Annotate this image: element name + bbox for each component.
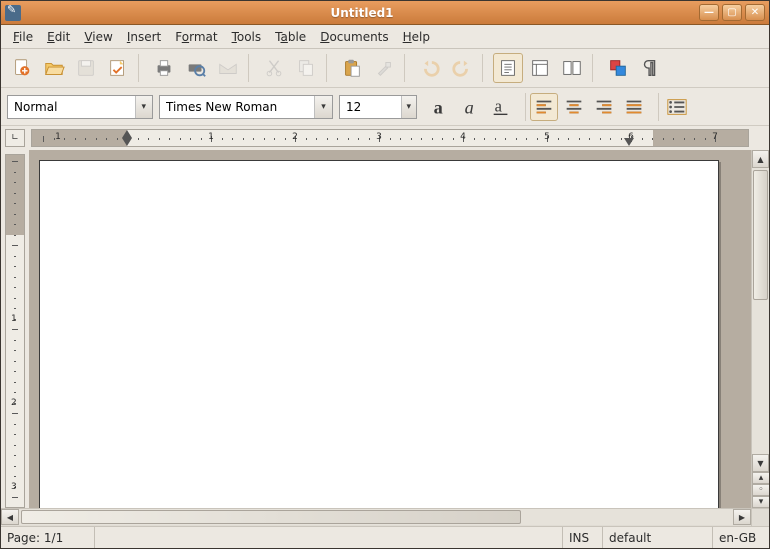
open-button[interactable]	[39, 53, 69, 83]
menu-tools[interactable]: Tools	[226, 28, 268, 46]
align-center-button[interactable]	[560, 93, 588, 121]
menu-insert[interactable]: Insert	[121, 28, 167, 46]
status-spacer	[95, 527, 563, 548]
paragraph-style-input[interactable]	[8, 96, 135, 118]
align-justify-button[interactable]	[620, 93, 648, 121]
font-name-input[interactable]	[160, 96, 314, 118]
scroll-right-button[interactable]: ▶	[733, 509, 751, 525]
horizontal-scrollbar[interactable]: ◀ ▶	[1, 508, 769, 526]
page[interactable]	[39, 160, 719, 508]
bold-button[interactable]: a	[427, 93, 455, 121]
first-line-indent-marker[interactable]	[122, 130, 132, 138]
page-viewport[interactable]	[29, 150, 751, 508]
scroll-thumb[interactable]	[753, 170, 768, 300]
status-insert-mode[interactable]: INS	[563, 527, 603, 548]
underline-button[interactable]: a	[487, 93, 515, 121]
highlight-button[interactable]	[603, 53, 633, 83]
format-paintbrush-button[interactable]	[369, 53, 399, 83]
font-size-combo[interactable]	[339, 95, 417, 119]
print-button[interactable]	[149, 53, 179, 83]
font-name-dropdown[interactable]	[314, 96, 332, 118]
ruler-area: ∟ 11234567	[1, 126, 769, 150]
font-size-input[interactable]	[340, 96, 401, 118]
paragraph-style-combo[interactable]	[7, 95, 153, 119]
maximize-button[interactable]: ▢	[722, 4, 742, 21]
document-area: 123 ▲ ▼ ▴ ◦ ▾	[1, 150, 769, 508]
redo-button[interactable]	[447, 53, 477, 83]
save-as-button[interactable]	[103, 53, 133, 83]
ruler-corner[interactable]: ∟	[5, 129, 25, 147]
prev-page-button[interactable]: ▴	[752, 472, 769, 484]
paste-button[interactable]	[337, 53, 367, 83]
cut-button[interactable]	[259, 53, 289, 83]
nav-select-button[interactable]: ◦	[752, 484, 769, 496]
menu-help[interactable]: Help	[397, 28, 436, 46]
font-size-dropdown[interactable]	[401, 96, 416, 118]
align-left-button[interactable]	[530, 93, 558, 121]
save-button[interactable]	[71, 53, 101, 83]
statusbar: Page: 1/1 INS default en-GB	[1, 526, 769, 548]
horizontal-ruler[interactable]: 11234567	[31, 129, 749, 147]
minimize-button[interactable]: —	[699, 4, 719, 21]
paragraph-marks-button[interactable]	[635, 53, 665, 83]
menu-table[interactable]: Table	[269, 28, 312, 46]
two-pages-button[interactable]	[557, 53, 587, 83]
app-icon	[5, 5, 21, 21]
standard-toolbar	[1, 49, 769, 88]
menu-documents[interactable]: Documents	[314, 28, 394, 46]
next-page-button[interactable]: ▾	[752, 496, 769, 508]
menu-file[interactable]: File	[7, 28, 39, 46]
paragraph-style-dropdown[interactable]	[135, 96, 152, 118]
close-button[interactable]: ✕	[745, 4, 765, 21]
menu-edit[interactable]: Edit	[41, 28, 76, 46]
align-right-button[interactable]	[590, 93, 618, 121]
print-preview-button[interactable]	[181, 53, 211, 83]
menu-format[interactable]: Format	[169, 28, 223, 46]
undo-button[interactable]	[415, 53, 445, 83]
menu-view[interactable]: View	[78, 28, 118, 46]
status-selection-mode[interactable]: default	[603, 527, 713, 548]
left-indent-marker[interactable]	[122, 138, 132, 146]
web-layout-button[interactable]	[525, 53, 555, 83]
menubar: File Edit View Insert Format Tools Table…	[1, 25, 769, 49]
right-indent-marker[interactable]	[624, 138, 634, 146]
window-title: Untitled1	[25, 6, 699, 20]
scroll-up-button[interactable]: ▲	[752, 150, 769, 168]
vertical-ruler[interactable]: 123	[5, 154, 25, 508]
font-name-combo[interactable]	[159, 95, 333, 119]
hscroll-track[interactable]	[19, 509, 733, 525]
copy-button[interactable]	[291, 53, 321, 83]
status-page[interactable]: Page: 1/1	[1, 527, 95, 548]
scroll-left-button[interactable]: ◀	[1, 509, 19, 525]
page-layout-button[interactable]	[493, 53, 523, 83]
vertical-scrollbar[interactable]: ▲ ▼ ▴ ◦ ▾	[751, 150, 769, 508]
italic-button[interactable]: a	[457, 93, 485, 121]
svg-text:a: a	[465, 97, 474, 117]
hscroll-thumb[interactable]	[21, 510, 521, 524]
scroll-track[interactable]	[752, 168, 769, 454]
svg-text:a: a	[495, 96, 503, 115]
list-button[interactable]	[663, 93, 691, 121]
scroll-down-button[interactable]: ▼	[752, 454, 769, 472]
status-language[interactable]: en-GB	[713, 527, 769, 548]
send-button[interactable]	[213, 53, 243, 83]
new-button[interactable]	[7, 53, 37, 83]
format-toolbar: a a a	[1, 88, 769, 126]
svg-text:a: a	[434, 97, 443, 117]
titlebar: Untitled1 — ▢ ✕	[1, 1, 769, 25]
